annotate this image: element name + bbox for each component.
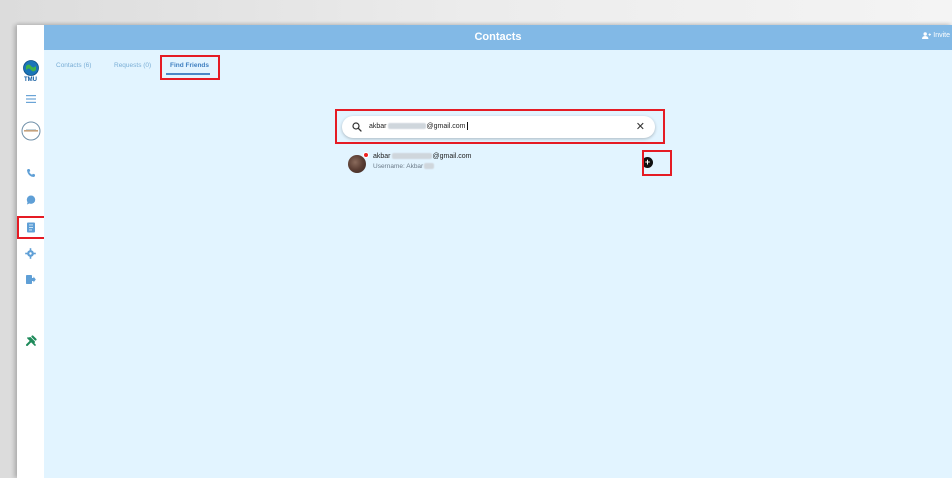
invite-button[interactable]: Invite [922, 32, 950, 39]
tmu-logo-icon [17, 60, 44, 76]
tools-icon[interactable] [17, 335, 44, 347]
phone-icon[interactable] [17, 168, 44, 178]
sidebar: TMU [17, 25, 53, 478]
tmu-logo-text: TMU [24, 77, 37, 83]
redacted-text [424, 163, 435, 170]
invite-label: Invite [933, 32, 950, 39]
avatar [348, 155, 366, 173]
menu-icon[interactable] [17, 95, 44, 103]
redacted-text [391, 153, 432, 160]
page-title: Contacts [474, 31, 522, 43]
chat-icon[interactable] [17, 195, 44, 205]
close-icon[interactable]: ✕ [636, 120, 645, 133]
app-window: TMU Contacts Invite Contacts (6) Request… [17, 25, 952, 478]
settings-icon[interactable] [17, 248, 44, 259]
tab-contacts[interactable]: Contacts (6) [56, 62, 91, 69]
result-username-label: Username: Akbar [373, 163, 424, 170]
logout-icon[interactable] [17, 274, 44, 285]
search-value-prefix: akbar [369, 122, 387, 130]
list-item: akbar @gmail.com Username: Akbar + [348, 152, 653, 178]
text-caret [466, 122, 468, 130]
search-value: akbar @gmail.com [369, 122, 468, 130]
result-email-suffix: @gmail.com [432, 153, 472, 160]
result-email: akbar @gmail.com [373, 153, 472, 160]
redacted-text [387, 123, 426, 129]
title-bar: Contacts Invite [44, 25, 952, 50]
avatar[interactable] [17, 121, 44, 141]
status-badge [363, 152, 369, 158]
find-friends-highlight [160, 55, 220, 80]
search-icon [352, 122, 362, 132]
search-value-suffix: @gmail.com [426, 122, 466, 130]
tab-requests[interactable]: Requests (0) [114, 62, 151, 69]
result-email-prefix: akbar [373, 153, 391, 160]
result-username: Username: Akbar [373, 163, 435, 170]
search-input[interactable]: akbar @gmail.com ✕ [342, 116, 655, 138]
main-content: Contacts (6) Requests (0) Find Friends a… [44, 50, 952, 478]
add-user-icon [922, 32, 932, 39]
add-button-highlight [642, 150, 672, 176]
